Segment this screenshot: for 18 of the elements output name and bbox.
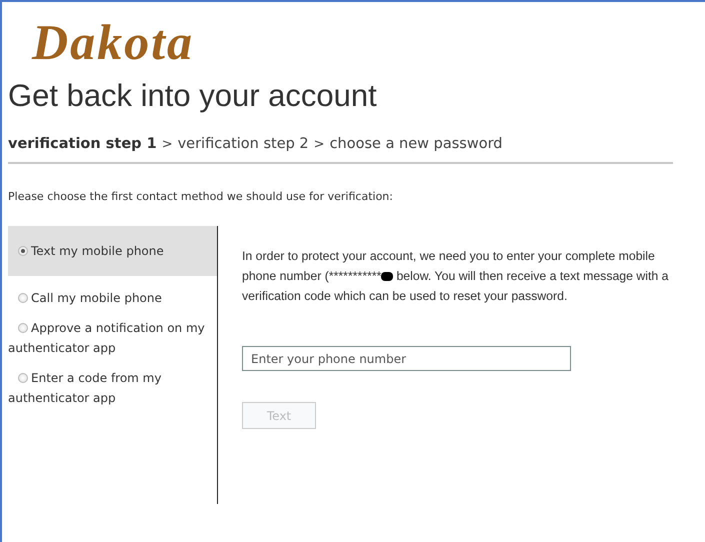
message-text: phone number (***********	[242, 269, 382, 283]
breadcrumb-step: verification step 1	[8, 136, 157, 152]
phone-number-field[interactable]: Enter your phone number	[242, 346, 571, 371]
message-text: below. You will then receive a text message with a	[396, 269, 669, 283]
contact-method-option[interactable]: Call my mobile phone	[8, 288, 217, 308]
logo-wordmark: Dakota	[32, 13, 194, 72]
message-text: In order to protect your account, we need you to enter your complete mobile	[242, 249, 655, 263]
instruction-text: Please choose the first contact method we should use for verification:	[8, 190, 393, 203]
breadcrumb-separator: >	[162, 137, 173, 152]
contact-method-option[interactable]: Text my mobile phone	[8, 226, 217, 276]
message-text: verification code which can be used to reset your password.	[242, 289, 568, 303]
page-title: Get back into your account	[8, 77, 377, 115]
breadcrumb-step: verification step 2	[178, 136, 309, 152]
breadcrumb-step: choose a new password	[330, 136, 502, 152]
contact-method-option[interactable]: Enter a code from my authenticator app	[8, 368, 217, 408]
contact-method-option[interactable]: Approve a notification on my authenticator app	[8, 318, 217, 358]
redaction-mark	[381, 272, 394, 281]
breadcrumb-separator: >	[314, 137, 325, 152]
